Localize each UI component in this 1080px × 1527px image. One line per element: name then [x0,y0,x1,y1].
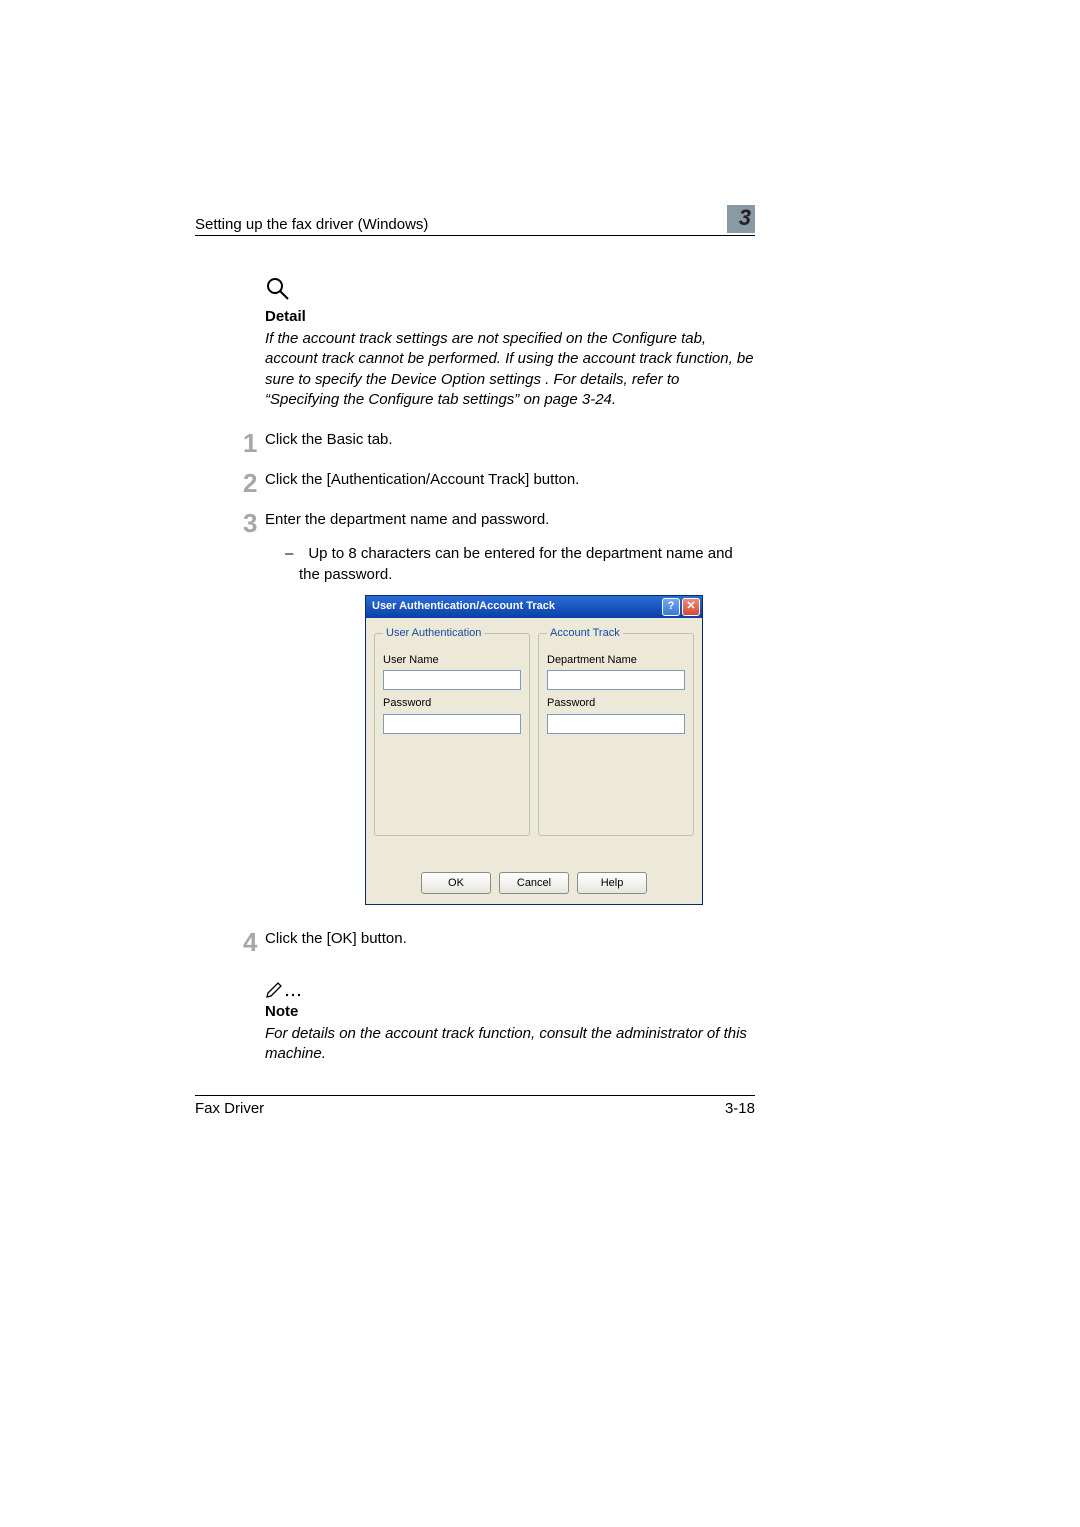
user-auth-legend: User Authentication [383,626,484,641]
account-password-input[interactable] [547,714,685,734]
running-title: Setting up the fax driver (Windows) [195,216,428,233]
footer-left: Fax Driver [195,1100,264,1117]
step-text: Click the [Authentication/Account Track]… [265,470,755,496]
step-number: 1 [195,430,265,456]
note-title: Note [265,1003,755,1020]
department-input[interactable] [547,670,685,690]
userauth-password-input[interactable] [383,714,521,734]
footer-right: 3-18 [725,1100,755,1117]
userauth-password-label: Password [383,696,521,711]
detail-block: Detail If the account track settings are… [265,276,755,410]
note-block: Note For details on the account track fu… [265,979,755,1065]
dialog-title-text: User Authentication/Account Track [372,599,555,614]
magnifier-icon [265,276,755,302]
running-head: Setting up the fax driver (Windows) 3 [195,205,755,236]
dialog-titlebar: User Authentication/Account Track ? ✕ [366,596,702,618]
page-footer: Fax Driver 3-18 [195,1095,755,1117]
cancel-button[interactable]: Cancel [499,872,569,894]
ok-button[interactable]: OK [421,872,491,894]
account-track-legend: Account Track [547,626,623,641]
step-number: 4 [195,929,265,955]
chapter-number-box: 3 [727,205,755,233]
steps-list: 1 Click the Basic tab. 2 Click the [Auth… [195,430,755,955]
step-text-main: Enter the department name and password. [265,511,549,528]
username-input[interactable] [383,670,521,690]
chapter-number: 3 [739,205,751,231]
department-label: Department Name [547,653,685,668]
step-text: Click the [OK] button. [265,929,755,955]
note-text: For details on the account track functio… [265,1024,755,1065]
step-number: 3 [195,510,265,905]
account-password-label: Password [547,696,685,711]
step-number: 2 [195,470,265,496]
auth-dialog: User Authentication/Account Track ? ✕ Us… [365,595,703,905]
step-text: Enter the department name and password. … [265,510,755,905]
help-button[interactable]: Help [577,872,647,894]
titlebar-close-button[interactable]: ✕ [682,598,700,616]
user-auth-group: User Authentication User Name Password [374,626,530,836]
detail-title: Detail [265,308,755,325]
pencil-icon [265,979,305,999]
titlebar-help-button[interactable]: ? [662,598,680,616]
username-label: User Name [383,653,521,668]
account-track-group: Account Track Department Name Password [538,626,694,836]
detail-text: If the account track settings are not sp… [265,329,755,410]
dialog-button-row: OK Cancel Help [374,872,694,896]
dialog-body: User Authentication User Name Password A… [366,618,702,904]
step-substep: – Up to 8 characters can be entered for … [285,544,755,585]
step-text: Click the Basic tab. [265,430,755,456]
